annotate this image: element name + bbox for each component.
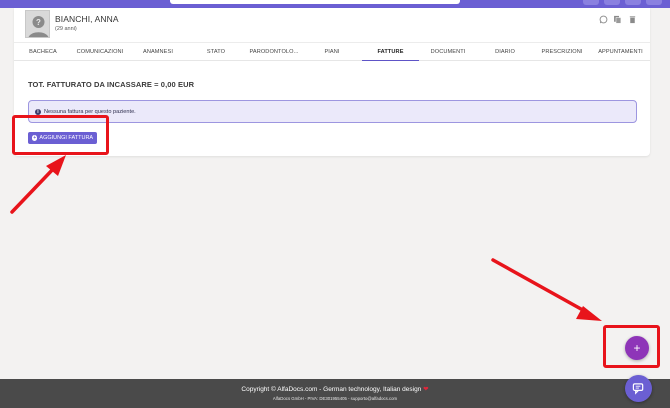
top-bar	[0, 0, 670, 8]
avatar: ?	[25, 10, 50, 38]
alert-message: Nessuna fattura per questo paziente.	[44, 108, 136, 115]
chat-icon	[632, 383, 644, 395]
trash-icon[interactable]	[627, 14, 637, 24]
invoice-total: TOT. FATTURATO DA INCASSARE = 0,00 EUR	[28, 80, 195, 89]
tab-anamnesi[interactable]: ANAMNESI	[128, 43, 188, 61]
tab-documenti[interactable]: DOCUMENTI	[419, 43, 477, 61]
tab-fatture[interactable]: FATTURE	[362, 43, 419, 61]
patient-name: BIANCHI, ANNA	[55, 14, 119, 24]
tab-comunicazioni[interactable]: COMUNICAZIONI	[72, 43, 128, 61]
arrow-to-fab	[491, 258, 602, 321]
patient-age: (29 anni)	[55, 26, 77, 32]
footer-copyright: Copyright © AlfaDocs.com - German techno…	[0, 385, 670, 393]
heart-icon: ❤	[423, 386, 429, 393]
chat-support-button[interactable]	[625, 375, 652, 402]
toolbar-button[interactable]	[583, 0, 599, 5]
arrow-to-add-invoice	[10, 155, 66, 214]
highlight-box-add-invoice	[12, 115, 109, 155]
toolbar-button[interactable]	[646, 0, 662, 5]
tab-appuntamenti[interactable]: APPUNTAMENTI	[591, 43, 650, 61]
svg-text:?: ?	[36, 18, 41, 27]
copy-icon[interactable]	[612, 14, 622, 24]
tab-parodontologia[interactable]: PARODONTOLO...	[244, 43, 304, 61]
footer-company-info: AlfaDocs GmbH - PIVA: DE301955405 - supp…	[272, 396, 398, 401]
tab-piani[interactable]: PIANI	[304, 43, 360, 61]
search-bar[interactable]	[170, 0, 460, 4]
tab-prescrizioni[interactable]: PRESCRIZIONI	[533, 43, 591, 61]
toolbar-button[interactable]	[604, 0, 620, 5]
no-invoices-alert: i Nessuna fattura per questo paziente.	[28, 100, 637, 123]
whatsapp-icon[interactable]	[598, 14, 608, 24]
tab-bacheca[interactable]: BACHECA	[14, 43, 72, 61]
footer: Copyright © AlfaDocs.com - German techno…	[0, 379, 670, 408]
toolbar-button[interactable]	[625, 0, 641, 5]
tab-diario[interactable]: DIARIO	[477, 43, 533, 61]
floating-add-button[interactable]: +	[625, 336, 649, 360]
tab-stato[interactable]: STATO	[188, 43, 244, 61]
info-icon: i	[35, 108, 41, 115]
patient-card: ? BIANCHI, ANNA (29 anni) BACHECA COMUNI…	[14, 8, 650, 156]
footer-copyright-text: Copyright © AlfaDocs.com - German techno…	[241, 386, 422, 393]
user-placeholder-icon: ?	[26, 11, 49, 37]
tab-bar: BACHECA COMUNICAZIONI ANAMNESI STATO PAR…	[14, 42, 650, 61]
